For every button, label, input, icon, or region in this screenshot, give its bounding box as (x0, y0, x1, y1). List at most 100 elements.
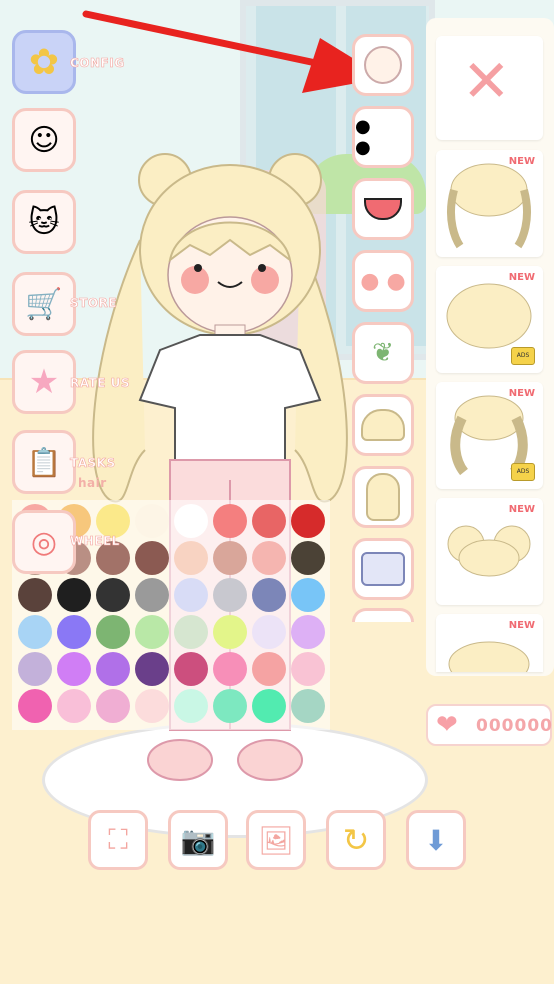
color-swatch[interactable] (135, 504, 169, 538)
color-swatch[interactable] (213, 541, 247, 575)
clipboard-icon: 📋 (26, 445, 62, 479)
color-swatch[interactable] (252, 578, 286, 612)
camera-icon: 📷 (180, 823, 216, 857)
rate-us-button[interactable]: ★ (12, 350, 76, 414)
category-face[interactable] (352, 34, 414, 96)
color-swatch[interactable] (291, 541, 325, 575)
color-swatch[interactable] (96, 578, 130, 612)
heart-icon: ❤ (436, 710, 458, 740)
color-swatch[interactable] (18, 689, 52, 723)
color-swatch[interactable] (96, 652, 130, 686)
category-hair[interactable] (352, 466, 414, 528)
color-swatch[interactable] (135, 615, 169, 649)
store-button[interactable]: 🛒 (12, 272, 76, 336)
color-swatch[interactable] (252, 541, 286, 575)
tasks-button[interactable]: 📋 (12, 430, 76, 494)
category-bangs[interactable] (352, 394, 414, 456)
color-swatch[interactable] (291, 615, 325, 649)
color-swatch[interactable] (135, 652, 169, 686)
category-top[interactable] (352, 538, 414, 600)
color-swatch[interactable] (135, 578, 169, 612)
refresh-icon: ↻ (342, 821, 370, 859)
color-swatch[interactable] (291, 504, 325, 538)
hair-item-1[interactable]: NEW (436, 150, 543, 257)
hair-item-5[interactable]: NEW (436, 614, 543, 672)
new-badge: NEW (508, 620, 535, 631)
color-swatch[interactable] (96, 689, 130, 723)
scan-button[interactable]: ⛶ (88, 810, 148, 870)
color-swatch[interactable] (96, 504, 130, 538)
background-button[interactable]: 🖼 (246, 810, 306, 870)
color-swatch[interactable] (174, 689, 208, 723)
hair-item-2[interactable]: NEW ADS (436, 266, 543, 373)
wheel-icon: ◎ (30, 524, 58, 560)
color-swatch[interactable] (213, 578, 247, 612)
category-more[interactable] (352, 608, 414, 622)
config-label: CONFIG (70, 56, 125, 71)
color-swatch[interactable] (135, 541, 169, 575)
color-swatch[interactable] (57, 578, 91, 612)
mouth-icon (364, 198, 402, 220)
color-swatch[interactable] (213, 504, 247, 538)
category-mouth[interactable] (352, 178, 414, 240)
color-swatch[interactable] (252, 652, 286, 686)
color-swatch[interactable] (96, 615, 130, 649)
new-badge: NEW (508, 388, 535, 399)
hair-icon (366, 473, 400, 521)
coin-counter: ❤ 000000 (426, 704, 552, 746)
color-swatch[interactable] (18, 615, 52, 649)
ads-badge: ADS (511, 347, 535, 365)
close-item-button[interactable]: ✕ (436, 36, 543, 140)
category-blush[interactable]: ● ● (352, 250, 414, 312)
ads-badge: ADS (511, 463, 535, 481)
color-swatch[interactable] (174, 504, 208, 538)
blush-icon: ● ● (360, 268, 406, 294)
color-swatch[interactable] (57, 652, 91, 686)
color-swatch[interactable] (252, 615, 286, 649)
color-swatch[interactable] (291, 689, 325, 723)
new-badge: NEW (508, 272, 535, 283)
image-icon: 🖼 (258, 823, 294, 857)
new-badge: NEW (508, 504, 535, 515)
tasks-label: TASKS (70, 456, 116, 471)
hair-item-3[interactable]: NEW ADS (436, 382, 543, 489)
color-swatch[interactable] (57, 689, 91, 723)
color-swatch[interactable] (57, 615, 91, 649)
color-swatch[interactable] (18, 652, 52, 686)
hair-item-4[interactable]: NEW (436, 498, 543, 605)
category-eyes[interactable]: ● ● (352, 106, 414, 168)
star-icon: ★ (28, 362, 60, 402)
character-face-button[interactable]: ☺ (12, 108, 76, 172)
pet-button[interactable]: 🐱 (12, 190, 76, 254)
color-swatch[interactable] (252, 689, 286, 723)
face-shape-icon (364, 46, 402, 84)
color-swatch[interactable] (135, 689, 169, 723)
new-badge: NEW (508, 156, 535, 167)
camera-button[interactable]: 📷 (168, 810, 228, 870)
cart-icon: 🛒 (25, 286, 63, 322)
bangs-icon (361, 409, 405, 441)
bra-icon (361, 552, 405, 586)
category-accessory[interactable]: ❦ (352, 322, 414, 384)
color-swatch[interactable] (291, 578, 325, 612)
gear-icon: ✿ (28, 41, 60, 83)
close-icon: ✕ (462, 47, 511, 115)
wheel-label: WHEEL (70, 534, 120, 549)
wheel-button[interactable]: ◎ (12, 510, 76, 574)
color-swatch[interactable] (291, 652, 325, 686)
download-button[interactable]: ⬇ (406, 810, 466, 870)
color-swatch[interactable] (174, 652, 208, 686)
color-swatch[interactable] (213, 652, 247, 686)
color-swatch[interactable] (174, 615, 208, 649)
random-button[interactable]: ↻ (326, 810, 386, 870)
store-label: STORE (70, 296, 117, 311)
color-swatch[interactable] (18, 578, 52, 612)
color-swatch[interactable] (213, 615, 247, 649)
cat-icon: 🐱 (28, 204, 60, 240)
color-swatch[interactable] (252, 504, 286, 538)
color-swatch[interactable] (174, 578, 208, 612)
leaf-icon: ❦ (372, 338, 394, 368)
color-swatch[interactable] (174, 541, 208, 575)
color-swatch[interactable] (213, 689, 247, 723)
config-button[interactable]: ✿ (12, 30, 76, 94)
